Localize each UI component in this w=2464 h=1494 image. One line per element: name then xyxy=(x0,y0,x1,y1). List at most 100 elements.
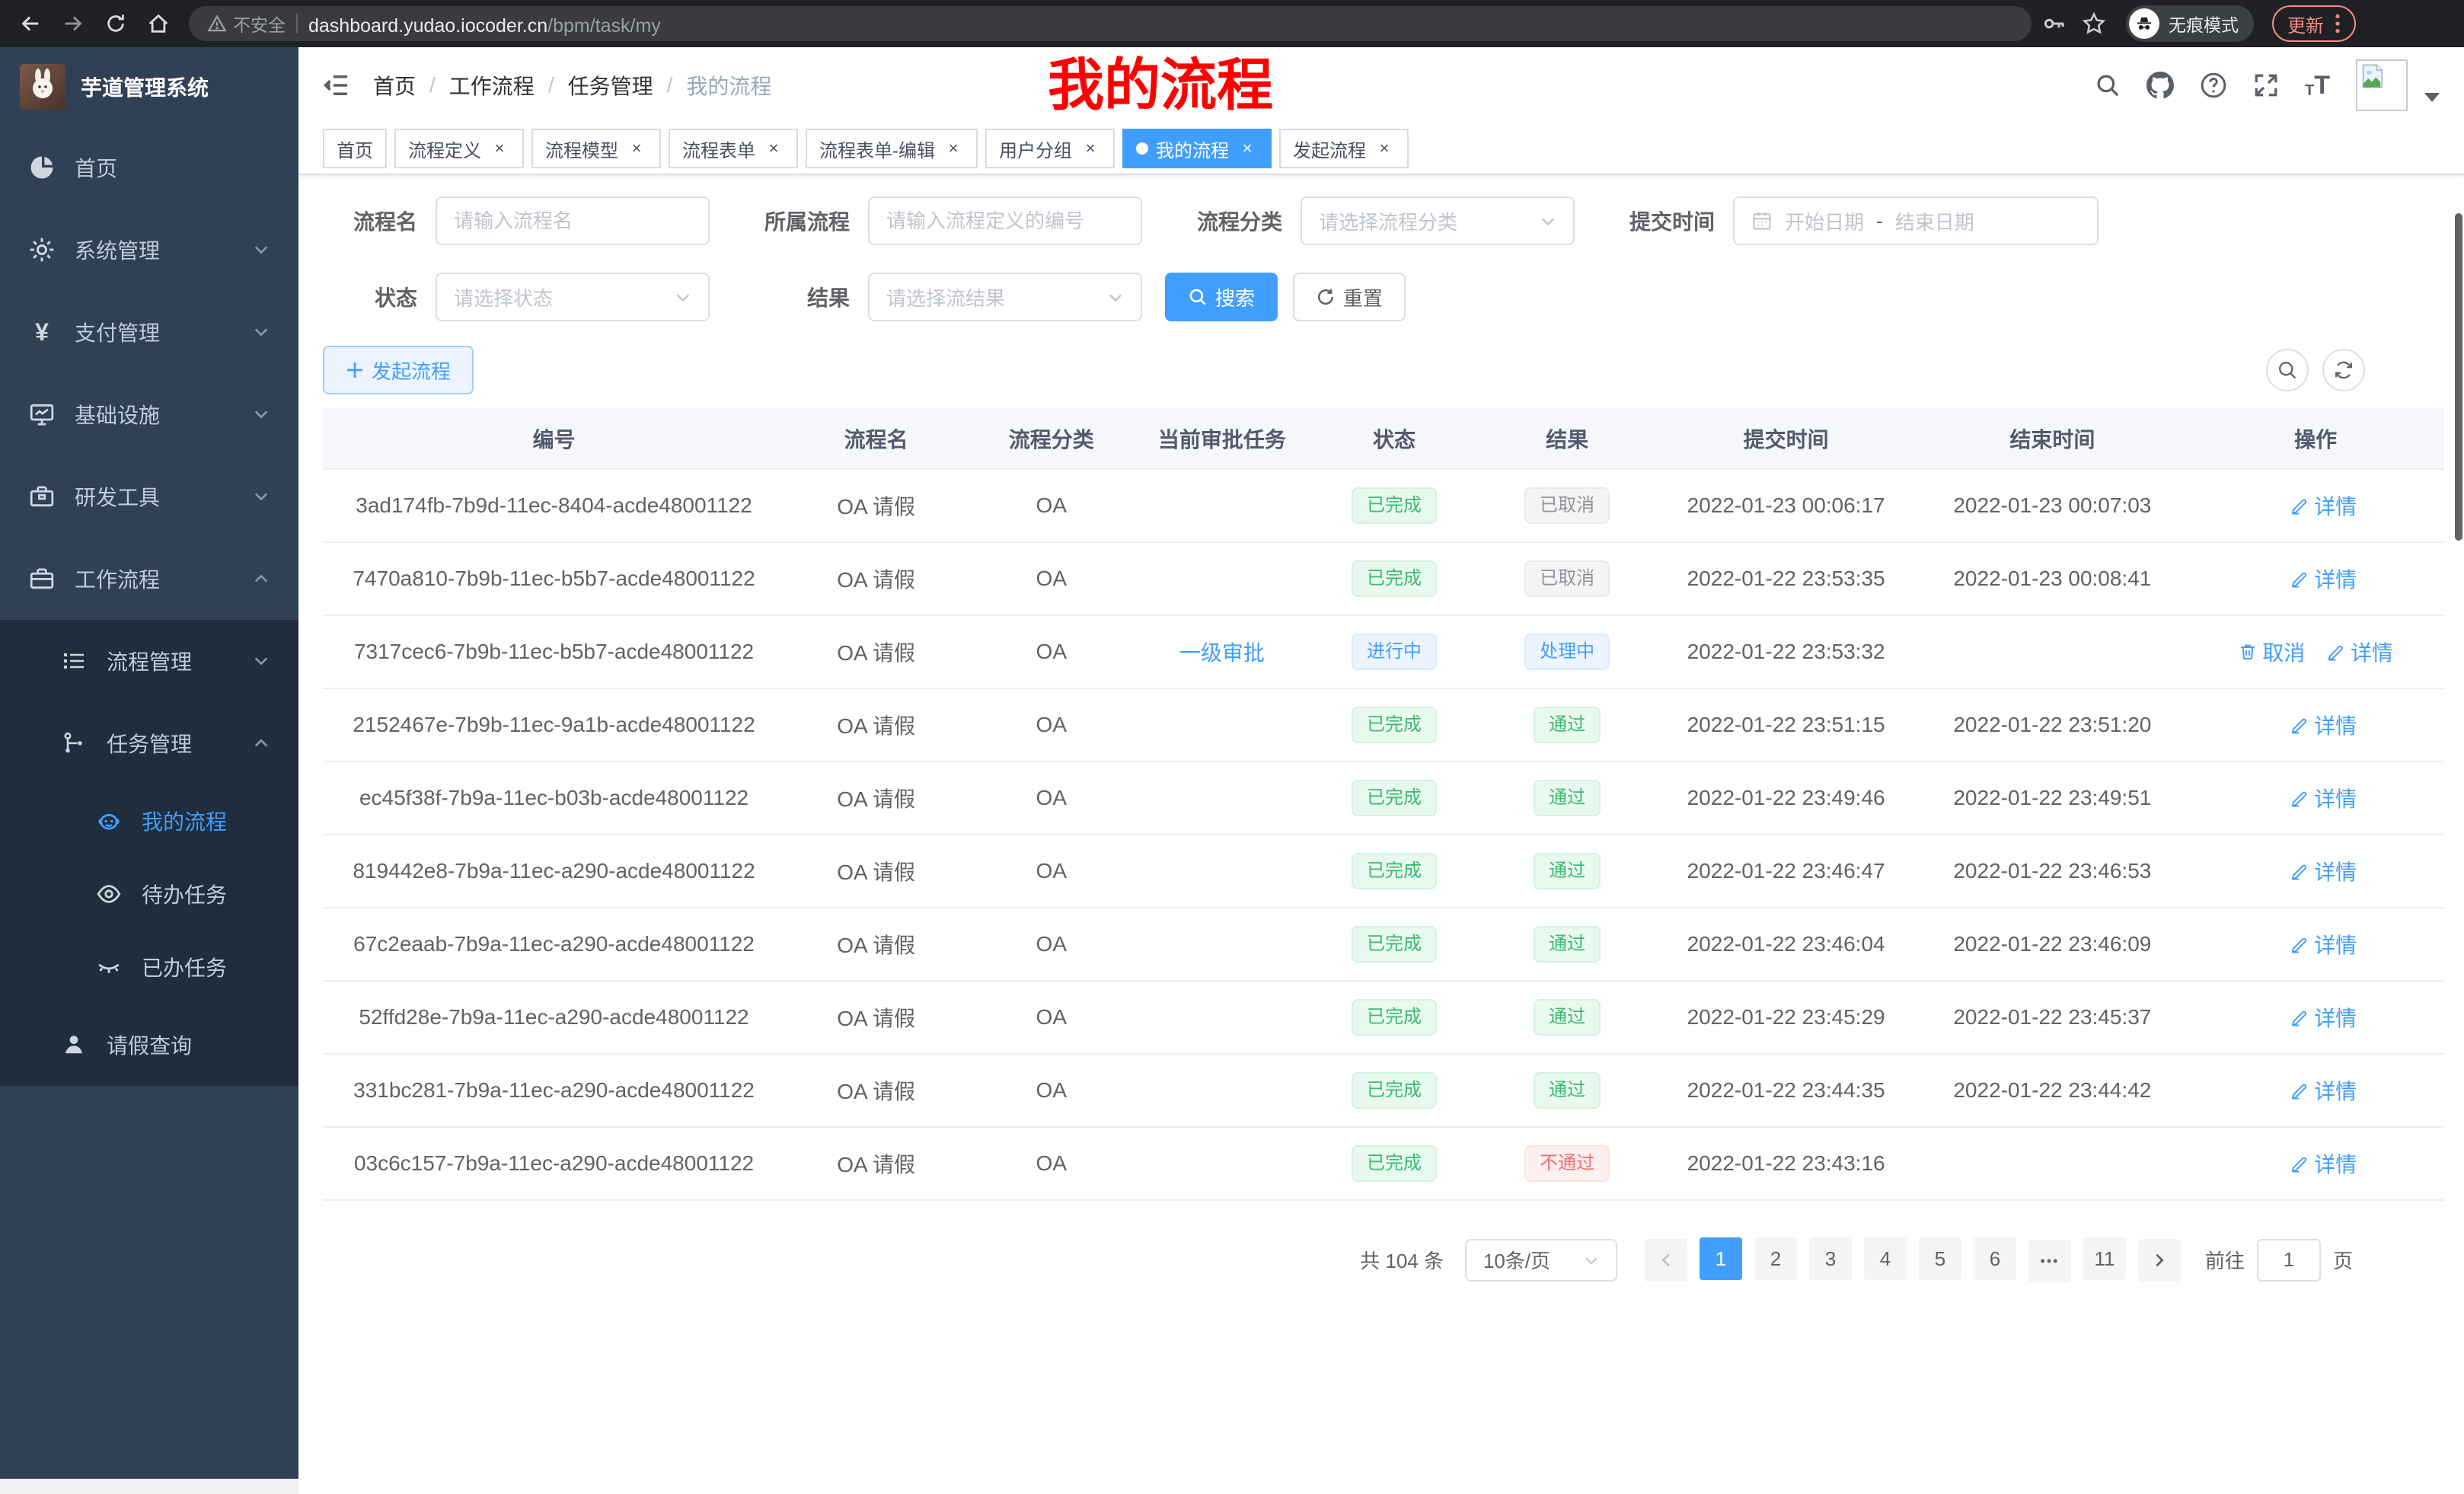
submit-time-range-picker[interactable]: 开始日期 - 结束日期 xyxy=(1733,196,2099,245)
detail-link[interactable]: 详情 xyxy=(2290,563,2357,594)
fullscreen-icon[interactable] xyxy=(2253,72,2279,98)
process-def-input[interactable] xyxy=(886,209,1124,233)
sidebar-item-system[interactable]: 系统管理 xyxy=(0,209,298,291)
result-badge: 不通过 xyxy=(1524,1145,1610,1182)
chevron-down-icon xyxy=(253,406,270,423)
edit-pencil-icon xyxy=(2290,569,2309,589)
detail-link[interactable]: 详情 xyxy=(2290,710,2357,740)
cell-end-time: 2022-01-22 23:46:09 xyxy=(1917,908,2187,981)
sidebar-item-infra[interactable]: 基础设施 xyxy=(0,373,298,455)
back-icon[interactable] xyxy=(12,5,49,42)
detail-link[interactable]: 详情 xyxy=(2290,929,2357,959)
view-tab[interactable]: 流程定义 × xyxy=(394,129,524,168)
reload-icon[interactable] xyxy=(97,5,134,42)
create-process-button[interactable]: 发起流程 xyxy=(323,346,474,394)
sidebar-item-task-mgmt[interactable]: 任务管理 xyxy=(0,702,298,784)
tab-close-icon[interactable]: × xyxy=(626,138,647,159)
help-icon[interactable] xyxy=(2200,72,2227,99)
tab-close-icon[interactable]: × xyxy=(943,138,964,159)
detail-link[interactable]: 详情 xyxy=(2290,1075,2357,1106)
hamburger-icon[interactable] xyxy=(323,72,350,99)
toggle-search-button[interactable] xyxy=(2266,349,2309,391)
next-page-button[interactable] xyxy=(2138,1239,2181,1282)
detail-link[interactable]: 详情 xyxy=(2290,783,2357,813)
search-button[interactable]: 搜索 xyxy=(1165,273,1278,321)
tab-close-icon[interactable]: × xyxy=(1080,138,1101,159)
detail-link[interactable]: 详情 xyxy=(2326,637,2393,667)
page-size-select[interactable]: 10条/页 xyxy=(1465,1239,1617,1282)
breadcrumb-task-mgmt[interactable]: 任务管理 xyxy=(568,70,653,101)
sidebar-item-pay[interactable]: ¥ 支付管理 xyxy=(0,291,298,373)
tab-close-icon[interactable]: × xyxy=(1374,138,1395,159)
cell-result: 通过 xyxy=(1480,1054,1655,1127)
detail-link[interactable]: 详情 xyxy=(2290,1002,2357,1033)
tab-close-icon[interactable]: × xyxy=(763,138,784,159)
font-size-icon[interactable]: TT xyxy=(2305,72,2330,98)
tab-close-icon[interactable]: × xyxy=(489,138,510,159)
security-warning: 不安全 xyxy=(207,11,286,37)
category-select[interactable]: 请选择流程分类 xyxy=(1301,196,1575,245)
sidebar-item-leave-query[interactable]: 请假查询 xyxy=(0,1004,298,1086)
view-tab[interactable]: 首页 xyxy=(323,129,387,168)
page-number-button[interactable]: 6 xyxy=(1974,1237,2016,1280)
cancel-link[interactable]: 取消 xyxy=(2238,637,2305,667)
search-icon xyxy=(1188,287,1208,307)
sidebar-item-my-process[interactable]: 我的流程 xyxy=(0,784,298,857)
prev-page-button[interactable] xyxy=(1645,1239,1687,1282)
view-tab[interactable]: 发起流程 × xyxy=(1279,129,1409,168)
view-tab[interactable]: 流程表单-编辑 × xyxy=(806,129,978,168)
tab-close-icon[interactable]: × xyxy=(1237,138,1258,159)
bookmark-star-icon[interactable] xyxy=(2077,7,2111,40)
address-bar[interactable]: 不安全 dashboard.yudao.iocoder.cn/bpm/task/… xyxy=(189,6,2032,41)
forward-icon[interactable] xyxy=(55,5,91,42)
scrollbar-thumb[interactable] xyxy=(2455,213,2462,541)
detail-link[interactable]: 详情 xyxy=(2290,856,2357,886)
sidebar-item-done-tasks[interactable]: 已办任务 xyxy=(0,931,298,1004)
cell-submit-time: 2022-01-22 23:53:32 xyxy=(1655,615,1918,688)
page-number-button[interactable]: 3 xyxy=(1809,1237,1852,1280)
sidebar-item-devtools[interactable]: 研发工具 xyxy=(0,455,298,538)
sidebar-item-process-mgmt[interactable]: 流程管理 xyxy=(0,620,298,702)
chevron-down-icon xyxy=(253,324,270,340)
page-number-button[interactable]: 2 xyxy=(1754,1237,1797,1280)
breadcrumb-home[interactable]: 首页 xyxy=(373,70,416,101)
breadcrumb: 首页 / 工作流程 / 任务管理 / 我的流程 xyxy=(373,70,771,101)
header-search-icon[interactable] xyxy=(2095,72,2121,98)
page-number-button[interactable]: 1 xyxy=(1700,1237,1742,1280)
status-select[interactable]: 请选择状态 xyxy=(436,273,710,321)
page-number-button[interactable]: ••• xyxy=(2028,1240,2071,1282)
page-number-button[interactable]: 11 xyxy=(2083,1237,2126,1280)
detail-link[interactable]: 详情 xyxy=(2290,1148,2357,1179)
sidebar-item-workflow[interactable]: 工作流程 xyxy=(0,538,298,620)
breadcrumb-workflow[interactable]: 工作流程 xyxy=(449,70,535,101)
reset-button[interactable]: 重置 xyxy=(1293,273,1406,321)
sidebar-item-todo-tasks[interactable]: 待办任务 xyxy=(0,857,298,931)
github-icon[interactable] xyxy=(2146,72,2174,99)
goto-page-input[interactable] xyxy=(2257,1239,2321,1282)
tab-label: 流程表单-编辑 xyxy=(819,136,935,162)
page-number-button[interactable]: 4 xyxy=(1864,1237,1907,1280)
app-logo-row[interactable]: 芋道管理系统 xyxy=(0,47,298,126)
result-badge: 通过 xyxy=(1534,1072,1601,1109)
avatar[interactable] xyxy=(2356,59,2408,111)
cell-process-id: 2152467e-7b9b-11ec-9a1b-acde48001122 xyxy=(323,688,785,761)
browser-update-button[interactable]: 更新 xyxy=(2272,5,2356,42)
view-tab[interactable]: 流程表单 × xyxy=(669,129,798,168)
cell-end-time xyxy=(1917,1127,2187,1200)
view-tab[interactable]: 我的流程 × xyxy=(1122,129,1272,168)
view-tab[interactable]: 流程模型 × xyxy=(531,129,661,168)
password-key-icon[interactable] xyxy=(2038,7,2071,40)
result-select[interactable]: 请选择流结果 xyxy=(868,273,1142,321)
process-name-input[interactable] xyxy=(454,209,691,233)
refresh-table-button[interactable] xyxy=(2322,349,2365,391)
avatar-caret-icon[interactable] xyxy=(2424,93,2440,102)
active-dot-icon xyxy=(1136,142,1148,155)
column-header: 流程分类 xyxy=(967,408,1135,469)
detail-link[interactable]: 详情 xyxy=(2290,490,2357,521)
sidebar-item-home[interactable]: 首页 xyxy=(0,126,298,209)
home-icon[interactable] xyxy=(140,5,177,42)
page-number-button[interactable]: 5 xyxy=(1919,1237,1961,1280)
cell-status: 已完成 xyxy=(1308,1127,1479,1200)
current-task-link[interactable]: 一级审批 xyxy=(1179,641,1265,665)
view-tab[interactable]: 用户分组 × xyxy=(985,129,1115,168)
